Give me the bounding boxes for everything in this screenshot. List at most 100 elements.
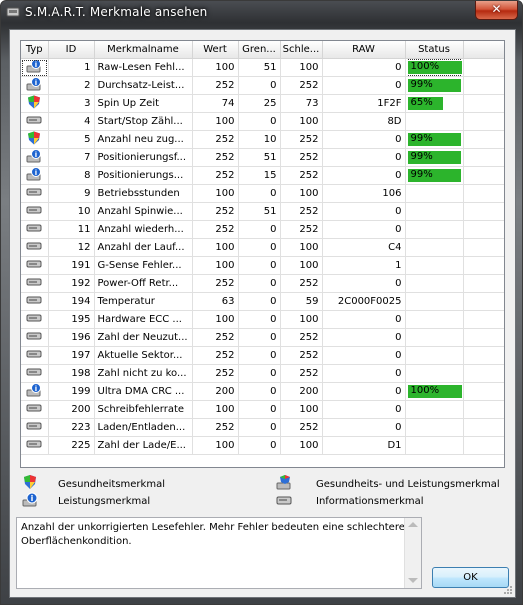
column-header-status[interactable]: Status	[405, 41, 464, 59]
row-raw-cell: 0	[322, 202, 406, 221]
row-name-cell: Ultra DMA CRC ...	[94, 382, 193, 401]
status-text: 100%	[410, 61, 440, 72]
resize-grip-icon[interactable]	[503, 585, 513, 595]
row-schlechtester-cell: 252	[280, 328, 323, 347]
row-wert-cell: 100	[192, 112, 239, 131]
table-row[interactable]: i 7 Positionierungsf... 252 51 252 0 99%	[21, 148, 504, 167]
row-type-cell	[21, 292, 49, 311]
table-row[interactable]: 4 Start/Stop Zähl... 100 0 100 8D	[21, 112, 504, 131]
row-schlechtester-cell: 252	[280, 364, 323, 383]
svg-text:i: i	[35, 79, 37, 87]
smart-attributes-table: Typ ID Merkmalname Wert Gren... Schle...…	[21, 41, 504, 455]
status-text: 99%	[410, 133, 433, 144]
table-row[interactable]: 5 Anzahl neu zug... 252 10 252 0 99%	[21, 130, 504, 149]
row-schlechtester-cell: 73	[280, 94, 323, 113]
column-header-merkmalname[interactable]: Merkmalname	[94, 41, 193, 59]
row-status-cell	[405, 436, 464, 455]
column-header-raw[interactable]: RAW	[322, 41, 406, 59]
row-filler-cell	[463, 58, 504, 77]
description-textbox[interactable]: Anzahl der unkorrigierten Lesefehler. Me…	[16, 517, 422, 589]
table-row[interactable]: 197 Aktuelle Sektor... 252 0 252 0	[21, 346, 504, 365]
status-text: 99%	[410, 151, 433, 162]
disk-info-icon	[26, 422, 42, 436]
row-status-cell	[405, 418, 464, 437]
status-bar	[408, 185, 461, 202]
table-row[interactable]: 11 Anzahl wiederh... 252 0 252 0	[21, 220, 504, 239]
row-id-cell: 3	[48, 94, 95, 113]
row-wert-cell: 100	[192, 256, 239, 275]
row-raw-cell: 0	[322, 130, 406, 149]
row-filler-cell	[463, 130, 504, 149]
row-status-cell: 99%	[405, 130, 464, 149]
table-row[interactable]: 223 Laden/Entladen... 252 0 252 0	[21, 418, 504, 437]
status-bar	[408, 203, 461, 220]
scroll-down-icon[interactable]	[408, 578, 418, 583]
row-wert-cell: 252	[192, 418, 239, 437]
column-header-grenzwert[interactable]: Gren...	[238, 41, 281, 59]
row-grenzwert-cell: 51	[238, 202, 281, 221]
row-id-cell: 10	[48, 202, 95, 221]
row-name-cell: Power-Off Retr...	[94, 274, 193, 293]
row-filler-cell	[463, 274, 504, 293]
close-button[interactable]: ✕	[475, 1, 518, 20]
table-row[interactable]: 9 Betriebsstunden 100 0 100 106	[21, 184, 504, 203]
table-row[interactable]: i 199 Ultra DMA CRC ... 200 0 200 0 100%	[21, 382, 504, 401]
table-row[interactable]: 225 Zahl der Lade/E... 100 0 100 D1	[21, 436, 504, 455]
legend-info-label: Informationsmerkmal	[316, 496, 424, 507]
table-row[interactable]: 196 Zahl der Neuzut... 252 0 252 0	[21, 328, 504, 347]
row-wert-cell: 100	[192, 184, 239, 203]
row-id-cell: 2	[48, 76, 95, 95]
row-id-cell: 199	[48, 382, 95, 401]
row-type-cell	[21, 130, 49, 149]
column-header-schlechtester[interactable]: Schle...	[280, 41, 323, 59]
row-schlechtester-cell: 252	[280, 148, 323, 167]
column-header-typ[interactable]: Typ	[21, 41, 49, 59]
description-scrollbar[interactable]	[404, 518, 421, 588]
row-grenzwert-cell: 0	[238, 220, 281, 239]
row-type-cell	[21, 112, 49, 131]
table-row[interactable]: 192 Power-Off Retr... 252 0 252 0	[21, 274, 504, 293]
row-status-cell	[405, 238, 464, 257]
smart-attributes-list[interactable]: Typ ID Merkmalname Wert Gren... Schle...…	[20, 40, 505, 468]
disk-info-icon	[26, 368, 42, 382]
row-raw-cell: D1	[322, 436, 406, 455]
table-row[interactable]: i 8 Positionierungs... 252 15 252 0 99%	[21, 166, 504, 185]
table-row[interactable]: i 2 Durchsatz-Leist... 252 0 252 0 99%	[21, 76, 504, 95]
row-raw-cell: 0	[322, 220, 406, 239]
table-row[interactable]: 195 Hardware ECC ... 100 0 100 0	[21, 310, 504, 329]
row-filler-cell	[463, 148, 504, 167]
row-filler-cell	[463, 400, 504, 419]
row-schlechtester-cell: 100	[280, 238, 323, 257]
legend-health-label: Gesundheitsmerkmal	[58, 479, 165, 490]
row-raw-cell: 0	[322, 400, 406, 419]
row-raw-cell: 106	[322, 184, 406, 203]
table-row[interactable]: 12 Anzahl der Lauf... 100 0 100 C4	[21, 238, 504, 257]
row-type-cell	[21, 220, 49, 239]
table-row[interactable]: 191 G-Sense Fehler... 100 0 100 1	[21, 256, 504, 275]
performance-icon: i	[26, 167, 42, 184]
scroll-up-icon[interactable]	[408, 522, 418, 527]
table-row[interactable]: 200 Schreibfehlerrate 100 0 100 0	[21, 400, 504, 419]
row-wert-cell: 252	[192, 202, 239, 221]
shield-health-icon	[26, 131, 42, 148]
column-header-id[interactable]: ID	[48, 41, 95, 59]
disk-info-icon	[26, 278, 42, 292]
row-status-cell	[405, 400, 464, 419]
table-row[interactable]: i 1 Raw-Lesen Fehl... 100 51 100 0 100%	[21, 58, 504, 77]
column-header-wert[interactable]: Wert	[192, 41, 239, 59]
row-wert-cell: 252	[192, 364, 239, 383]
app-icon	[6, 7, 20, 17]
title-bar[interactable]: S.M.A.R.T. Merkmale ansehen ✕	[1, 1, 522, 25]
table-row[interactable]: 10 Anzahl Spinwie... 252 51 252 0	[21, 202, 504, 221]
disk-info-icon	[26, 332, 42, 346]
table-row[interactable]: 194 Temperatur 63 0 59 2C000F0025	[21, 292, 504, 311]
row-schlechtester-cell: 252	[280, 202, 323, 221]
ok-button[interactable]: OK	[432, 567, 509, 588]
row-filler-cell	[463, 310, 504, 329]
table-row[interactable]: 3 Spin Up Zeit 74 25 73 1F2F 65%	[21, 94, 504, 113]
table-row[interactable]: 198 Zahl nicht zu ko... 252 0 252 0	[21, 364, 504, 383]
row-wert-cell: 252	[192, 166, 239, 185]
row-status-cell: 99%	[405, 166, 464, 185]
row-raw-cell: 0	[322, 166, 406, 185]
row-raw-cell: 0	[322, 382, 406, 401]
